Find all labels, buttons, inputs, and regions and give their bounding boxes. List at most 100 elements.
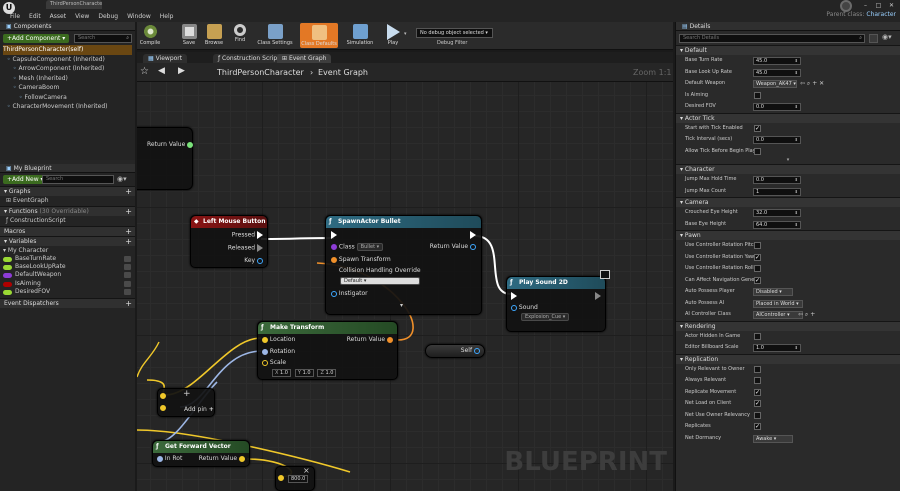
property-number-field[interactable]: 45.0 ⬍	[753, 68, 801, 77]
tab-event-graph[interactable]: ⊞ Event Graph	[277, 54, 332, 63]
add-vector-node[interactable]: + Add pin +	[157, 388, 215, 417]
released-pin[interactable]: Released	[228, 244, 263, 253]
favorite-star-icon[interactable]: ☆	[140, 66, 149, 77]
return-value-pin[interactable]: Return Value	[147, 141, 194, 149]
variable-visibility-icon[interactable]	[124, 256, 131, 262]
scale-x-field[interactable]: X 1.0	[272, 369, 291, 377]
minimize-button[interactable]: –	[861, 2, 870, 9]
spinner-arrows-icon[interactable]: ⬍	[795, 70, 798, 76]
tab-viewport[interactable]: ▦ Viewport	[143, 54, 188, 63]
sound-asset-dropdown[interactable]: Explosion_Cue ▾	[521, 313, 570, 321]
spawn-transform-pin[interactable]: Spawn Transform	[331, 256, 391, 264]
property-number-field[interactable]: 45.0 ⬍	[753, 57, 801, 65]
collision-pin[interactable]: Collision Handling Override	[331, 267, 421, 275]
menu-debug[interactable]: Debug	[98, 12, 118, 21]
spinner-arrows-icon[interactable]: ⬍	[795, 210, 798, 216]
construction-script-item[interactable]: ƒ ConstructionScript	[0, 216, 135, 226]
variable-visibility-icon[interactable]	[124, 288, 131, 295]
menu-edit[interactable]: Edit	[29, 12, 41, 21]
variable-visibility-icon[interactable]	[124, 272, 131, 279]
component-item[interactable]: ◦ CameraBoom	[3, 83, 135, 93]
pressed-pin[interactable]: Pressed	[232, 231, 263, 240]
property-number-field[interactable]: 0.0 ⬍	[753, 176, 801, 184]
add-input-a-pin[interactable]	[160, 392, 166, 400]
left-mouse-button-node[interactable]: ◆ Left Mouse Button Pressed Released Key	[190, 215, 268, 268]
component-item[interactable]: ThirdPersonCharacter(self)	[3, 45, 132, 55]
multiply-input-pin[interactable]	[278, 474, 284, 482]
get-forward-vector-node[interactable]: ƒ Get Forward Vector In Rot Return Value	[152, 440, 250, 467]
property-checkbox[interactable]	[754, 147, 761, 155]
functions-section[interactable]: ▾ Functions (30 Overridable) +	[0, 206, 135, 216]
document-tab[interactable]: ThirdPersonCharacter	[46, 0, 102, 9]
property-checkbox[interactable]	[754, 265, 761, 272]
location-pin[interactable]: Location	[262, 336, 295, 344]
details-section-pawn[interactable]: ▾ Pawn	[676, 230, 900, 240]
class-dropdown[interactable]: Bullet ▾	[356, 243, 384, 251]
property-checkbox[interactable]	[754, 365, 761, 373]
variables-section[interactable]: ▾ Variables +	[0, 236, 135, 246]
add-graph-button[interactable]: +	[125, 187, 132, 197]
spinner-arrows-icon[interactable]: ⬍	[795, 345, 798, 351]
play-button[interactable]: Play	[383, 24, 403, 46]
spawn-exec-in-pin[interactable]	[331, 231, 337, 240]
property-checkbox[interactable]: ✓	[754, 423, 761, 430]
variable-item[interactable]: DefaultWeapon	[0, 271, 135, 279]
property-dropdown[interactable]: Disabled ▾	[753, 288, 793, 296]
spawn-exec-out-pin[interactable]	[470, 231, 476, 240]
property-checkbox[interactable]	[754, 411, 761, 419]
add-function-button[interactable]: +	[125, 207, 132, 217]
spinner-arrows-icon[interactable]: ⬍	[795, 222, 798, 228]
sound-pin[interactable]: Sound	[511, 304, 538, 312]
breadcrumb-blueprint[interactable]: ThirdPersonCharacter	[217, 68, 304, 77]
class-defaults-button[interactable]: Class Defaults	[300, 23, 338, 48]
spinner-arrows-icon[interactable]: ⬍	[795, 189, 798, 195]
property-number-field[interactable]: 64.0 ⬍	[753, 220, 801, 229]
class-pin[interactable]: Class Bullet ▾	[331, 243, 384, 252]
instigator-pin[interactable]: Instigator	[331, 290, 368, 298]
event-graph-canvas[interactable]: Return Value ◆ Left Mouse Button Pressed …	[137, 82, 673, 491]
variable-item[interactable]: IsAiming	[0, 280, 135, 288]
multiply-node[interactable]: × 800.0	[275, 466, 315, 491]
multiply-value-field[interactable]: 800.0	[288, 475, 310, 483]
menu-help[interactable]: Help	[160, 12, 174, 21]
details-section-character[interactable]: ▾ Character	[676, 164, 900, 174]
sound-exec-in-pin[interactable]	[511, 292, 517, 301]
spinner-arrows-icon[interactable]: ⬍	[795, 137, 798, 143]
property-dropdown[interactable]: Awake ▾	[753, 434, 793, 443]
event-dispatchers-section[interactable]: Event Dispatchers +	[0, 298, 135, 309]
in-rot-pin[interactable]: In Rot	[157, 455, 182, 463]
property-number-field[interactable]: 1.0 ⬍	[753, 344, 801, 352]
property-number-field[interactable]: 32.0 ⬍	[753, 209, 801, 217]
play-sound-2d-node[interactable]: ƒ Play Sound 2D Sound Explosion_Cue ▾	[506, 276, 606, 332]
spawn-actor-node[interactable]: ƒ SpawnActor Bullet Class Bullet ▾ Return…	[325, 215, 482, 315]
event-graph-item[interactable]: ⊞ EventGraph	[0, 196, 135, 206]
sound-exec-out-pin[interactable]	[595, 292, 601, 301]
key-pin[interactable]: Key	[244, 257, 263, 265]
macros-section[interactable]: Macros +	[0, 226, 135, 236]
eye-icon[interactable]: ◉▾	[117, 175, 127, 183]
make-transform-node[interactable]: ƒ Make Transform Location Return Value Ro…	[257, 321, 398, 380]
add-pin-button[interactable]: Add pin +	[184, 406, 214, 414]
maximize-button[interactable]: □	[874, 2, 883, 9]
save-button[interactable]: Save	[179, 24, 199, 46]
rotation-pin[interactable]: Rotation	[262, 348, 295, 356]
component-item[interactable]: ◦ FollowCamera	[3, 93, 135, 103]
component-item[interactable]: ◦ ArrowComponent (Inherited)	[3, 64, 135, 74]
property-checkbox[interactable]	[754, 242, 761, 249]
breadcrumb-graph[interactable]: Event Graph	[318, 68, 368, 77]
variable-item[interactable]: BaseTurnRate	[0, 255, 135, 263]
add-input-b-pin[interactable]	[160, 404, 166, 412]
find-button[interactable]: Find	[231, 24, 249, 43]
menu-view[interactable]: View	[75, 12, 89, 21]
collision-dropdown[interactable]: Default ▾	[340, 277, 420, 285]
variable-item[interactable]: BaseLookUpRate	[0, 263, 135, 271]
spinner-arrows-icon[interactable]: ⬍	[795, 177, 798, 183]
back-arrow-icon[interactable]: ◀	[158, 66, 165, 76]
spinner-arrows-icon[interactable]: ⬍	[795, 104, 798, 110]
self-node[interactable]: Self	[425, 344, 485, 358]
transform-return-pin[interactable]: Return Value	[347, 336, 393, 344]
my-character-category[interactable]: ▾ My Character	[0, 246, 135, 255]
return-value-node[interactable]: Return Value	[137, 127, 194, 190]
my-blueprint-search-input[interactable]: Search	[42, 175, 114, 184]
spawn-return-pin[interactable]: Return Value	[430, 243, 476, 251]
